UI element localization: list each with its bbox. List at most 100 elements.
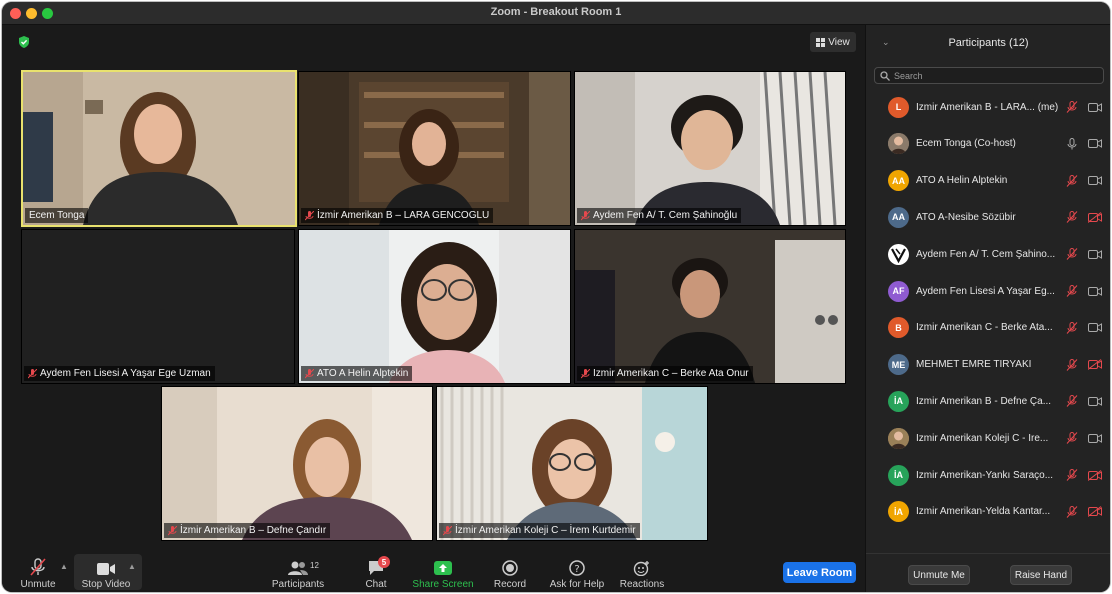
muted-mic-icon[interactable] [1066,395,1078,408]
view-button[interactable]: View [810,32,856,52]
participants-icon [288,561,308,575]
participant-name: İzmir Amerikan-Yankı Saraço... [916,469,1054,481]
participant-name: Aydem Fen A/ T. Cem Şahino... [916,248,1056,260]
video-feed [575,72,845,225]
video-camera-icon[interactable] [1088,175,1102,186]
muted-mic-icon [168,525,177,535]
video-off-icon[interactable] [1088,359,1102,370]
video-tile-yasar-ege[interactable]: Aydem Fen Lisesi A Yaşar Ege Uzman [21,229,295,384]
window-title: Zoom - Breakout Room 1 [490,6,622,18]
ask-for-help-button[interactable]: ? Ask for Help [546,554,608,590]
tile-name-label: Aydem Fen Lisesi A Yaşar Ege Uzman [24,366,215,381]
muted-mic-icon [305,368,314,378]
search-input[interactable] [890,70,1094,81]
video-off-icon[interactable] [1088,469,1102,481]
record-button[interactable]: Record [490,554,530,590]
audio-options-chevron-up-icon[interactable]: ▲ [60,562,68,571]
avatar: B [888,317,909,339]
muted-mic-icon[interactable] [1066,321,1078,334]
leave-room-button[interactable]: Leave Room [783,562,856,583]
muted-mic-icon[interactable] [1066,248,1078,261]
raise-hand-button[interactable]: Raise Hand [1010,565,1072,585]
video-tile-lara[interactable]: İzmir Amerikan B – LARA GENCOGLU [298,71,571,226]
tile-name-label: Ecem Tonga [25,208,89,223]
video-tile-irem[interactable]: İzmir Amerikan Koleji C – İrem Kurtdemir [436,386,708,541]
video-feed [23,72,295,225]
muted-mic-icon[interactable] [1066,211,1078,224]
muted-mic-icon[interactable] [1066,174,1078,187]
tile-name-label: ATO A Helin Alptekin [301,366,413,381]
participant-row[interactable]: İA İzmir Amerikan-Yelda Kantar... [866,494,1110,530]
participant-name: ATO A Helin Alptekin [916,175,1008,187]
reactions-smiley-icon [633,561,649,576]
video-tile-cem[interactable]: Aydem Fen A/ T. Cem Şahinoğlu [574,71,846,226]
muted-mic-icon[interactable] [1066,285,1078,297]
participant-row[interactable]: AA ATO A Helin Alptekin [866,163,1110,199]
avatar: AA [888,170,909,192]
muted-mic-icon [581,210,590,220]
muted-mic-icon[interactable] [1066,432,1078,445]
mic-icon[interactable] [1066,137,1078,150]
video-camera-icon[interactable] [1088,249,1102,260]
video-camera-icon[interactable] [1088,102,1102,113]
participant-row[interactable]: L İzmir Amerikan B - LARA... (me) [866,89,1110,125]
muted-mic-icon[interactable] [1066,358,1078,371]
reactions-button[interactable]: Reactions [616,554,668,590]
avatar: ME [888,354,909,376]
video-off-icon[interactable] [1088,211,1102,223]
participant-row[interactable]: B Izmir Amerikan C - Berke Ata... [866,310,1110,346]
video-options-chevron-up-icon[interactable]: ▲ [128,562,136,571]
muted-mic-icon[interactable] [1066,505,1078,518]
video-camera-icon[interactable] [1088,322,1102,333]
video-feed [437,387,707,540]
participant-row[interactable]: Aydem Fen A/ T. Cem Şahino... [866,236,1110,272]
avatar: AF [888,280,909,302]
stop-video-button[interactable]: Stop Video [78,554,134,590]
view-button-label: View [828,36,850,48]
video-camera-icon[interactable] [1088,396,1102,407]
unmute-button[interactable]: Unmute [16,554,60,590]
participant-row[interactable]: ME MEHMET EMRE TİRYAKİ [866,347,1110,383]
avatar: İA [888,501,909,523]
video-camera-icon[interactable] [1088,138,1102,149]
avatar [888,427,909,449]
muted-mic-icon[interactable] [1066,469,1078,481]
share-screen-button[interactable]: Share Screen [410,554,476,590]
chevron-down-icon[interactable]: ⌄ [882,37,890,48]
zoom-window: Zoom - Breakout Room 1 View Ecem Tonga İ… [2,2,1110,592]
participant-row[interactable]: İA İzmir Amerikan B - Defne Ça... [866,383,1110,419]
participant-search[interactable] [874,67,1104,84]
participant-row[interactable]: İzmir Amerikan Koleji C - İre... [866,420,1110,456]
video-camera-icon[interactable] [1088,433,1102,444]
video-tile-defne[interactable]: İzmir Amerikan B – Defne Çandır [161,386,433,541]
muted-mic-icon [28,368,37,378]
tile-name-label: İzmir Amerikan B – LARA GENCOGLU [301,208,494,223]
participant-row[interactable]: Ecem Tonga (Co-host) [866,126,1110,162]
help-icon: ? [569,560,585,576]
participant-row[interactable]: AF Aydem Fen Lisesi A Yaşar Eg... [866,273,1110,309]
muted-mic-icon [581,368,590,378]
participants-button[interactable]: Participants [268,554,328,590]
muted-mic-icon [443,525,452,535]
participant-name: Aydem Fen Lisesi A Yaşar Eg... [916,285,1055,297]
participant-name: İzmir Amerikan B - Defne Ça... [916,395,1052,407]
video-tile-ecem-tonga[interactable]: Ecem Tonga [21,70,297,227]
participant-name: MEHMET EMRE TİRYAKİ [916,359,1032,371]
ask-for-help-label: Ask for Help [549,579,605,590]
participant-row[interactable]: İA İzmir Amerikan-Yankı Saraço... [866,457,1110,493]
search-icon [880,70,890,81]
video-tile-helin[interactable]: ATO A Helin Alptekin [298,229,571,384]
shield-icon[interactable] [17,35,31,49]
video-off-icon[interactable] [1088,506,1102,518]
grid-icon [816,37,826,47]
tile-name-label: Aydem Fen A/ T. Cem Şahinoğlu [577,208,742,223]
video-camera-icon[interactable] [1088,286,1102,297]
unmute-me-button[interactable]: Unmute Me [908,565,970,585]
video-tile-berke[interactable]: Izmir Amerikan C – Berke Ata Onur [574,229,846,384]
participant-row[interactable]: AA ATO A-Nesibe Sözübir [866,199,1110,235]
muted-mic-icon[interactable] [1066,101,1078,113]
tile-name-label: İzmir Amerikan B – Defne Çandır [164,523,331,538]
muted-mic-icon [305,210,314,220]
record-icon [502,560,518,576]
chat-label: Chat [365,579,387,590]
